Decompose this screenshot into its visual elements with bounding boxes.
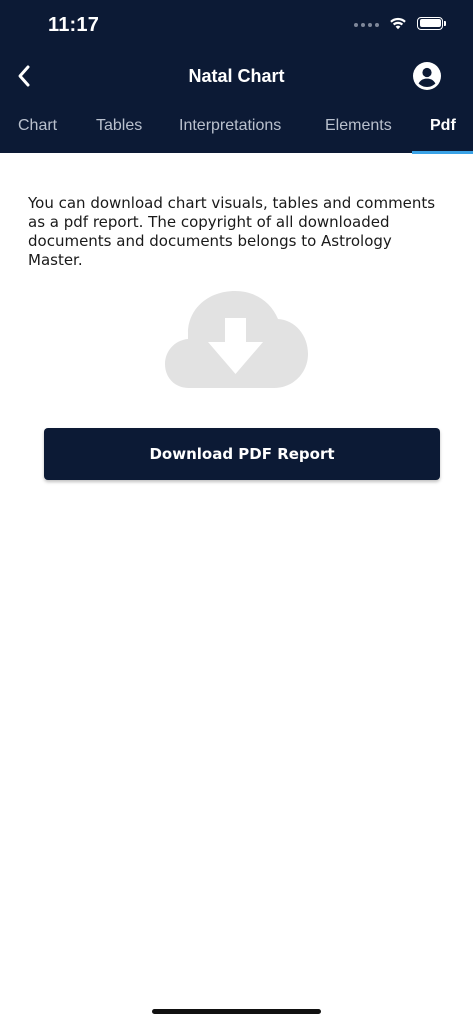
home-indicator[interactable]: [152, 1009, 321, 1014]
tab-chart[interactable]: Chart: [18, 104, 57, 153]
battery-icon: [417, 16, 446, 30]
tab-pdf[interactable]: Pdf: [430, 104, 456, 153]
active-tab-indicator: [412, 151, 473, 154]
status-time: 11:17: [48, 14, 100, 36]
pdf-description: You can download chart visuals, tables a…: [28, 194, 436, 269]
wifi-icon: [390, 17, 406, 30]
page-title: Natal Chart: [188, 66, 285, 86]
tab-bar: Chart Tables Interpretations Elements Pd…: [0, 104, 473, 154]
download-pdf-button[interactable]: Download PDF Report: [44, 428, 440, 480]
tab-interpretations[interactable]: Interpretations: [179, 104, 281, 153]
account-circle-icon: [413, 62, 441, 90]
profile-button[interactable]: [413, 62, 441, 90]
cloud-download-icon: [165, 291, 308, 388]
signal-dots-icon: [354, 23, 379, 27]
tab-elements[interactable]: Elements: [325, 104, 392, 153]
tab-tables[interactable]: Tables: [96, 104, 142, 153]
app-header: 11:17 Natal Chart Chart Tables Interpret…: [0, 0, 473, 154]
status-icons: [354, 16, 446, 30]
